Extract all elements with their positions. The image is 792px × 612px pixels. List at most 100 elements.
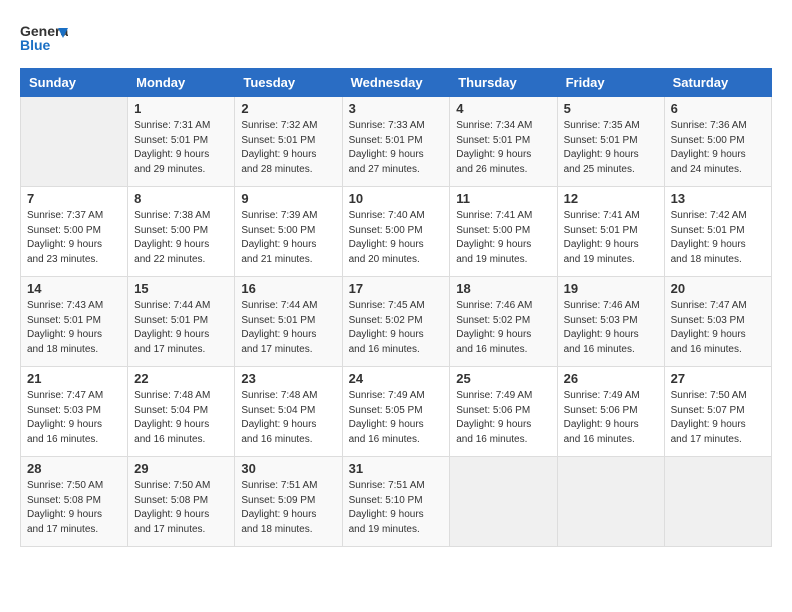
col-sunday: Sunday [21,69,128,97]
day-info: Sunrise: 7:38 AMSunset: 5:00 PMDaylight:… [134,209,228,267]
day-info: Sunrise: 7:51 AMSunset: 5:10 PMDaylight:… [349,479,444,537]
day-number: 20 [671,281,765,296]
day-info: Sunrise: 7:34 AMSunset: 5:01 PMDaylight:… [456,119,550,177]
calendar-cell: 11 Sunrise: 7:41 AMSunset: 5:00 PMDayligh… [450,187,557,277]
day-info: Sunrise: 7:49 AMSunset: 5:05 PMDaylight:… [349,389,444,447]
day-info: Sunrise: 7:51 AMSunset: 5:09 PMDaylight:… [241,479,335,537]
calendar-cell: 10 Sunrise: 7:40 AMSunset: 5:00 PMDayligh… [342,187,450,277]
day-info: Sunrise: 7:41 AMSunset: 5:00 PMDaylight:… [456,209,550,267]
day-number: 10 [349,191,444,206]
col-thursday: Thursday [450,69,557,97]
day-number: 11 [456,191,550,206]
day-info: Sunrise: 7:31 AMSunset: 5:01 PMDaylight:… [134,119,228,177]
calendar-cell: 23 Sunrise: 7:48 AMSunset: 5:04 PMDayligh… [235,367,342,457]
week-row-5: 28 Sunrise: 7:50 AMSunset: 5:08 PMDayligh… [21,457,772,547]
calendar-cell: 6 Sunrise: 7:36 AMSunset: 5:00 PMDaylight… [664,97,771,187]
day-info: Sunrise: 7:50 AMSunset: 5:08 PMDaylight:… [134,479,228,537]
col-friday: Friday [557,69,664,97]
week-row-2: 7Sunrise: 7:37 AMSunset: 5:00 PMDaylight… [21,187,772,277]
calendar-cell: 16Sunrise: 7:44 AMSunset: 5:01 PMDayligh… [235,277,342,367]
day-number: 13 [671,191,765,206]
col-wednesday: Wednesday [342,69,450,97]
calendar-cell: 25 Sunrise: 7:49 AMSunset: 5:06 PMDayligh… [450,367,557,457]
day-info: Sunrise: 7:47 AMSunset: 5:03 PMDaylight:… [27,389,121,447]
calendar-cell: 19 Sunrise: 7:46 AMSunset: 5:03 PMDayligh… [557,277,664,367]
day-info: Sunrise: 7:39 AMSunset: 5:00 PMDaylight:… [241,209,335,267]
day-number: 4 [456,101,550,116]
calendar-header-row: Sunday Monday Tuesday Wednesday Thursday… [21,69,772,97]
day-info: Sunrise: 7:35 AMSunset: 5:01 PMDaylight:… [564,119,658,177]
day-info: Sunrise: 7:46 AMSunset: 5:03 PMDaylight:… [564,299,658,357]
calendar-cell: 28 Sunrise: 7:50 AMSunset: 5:08 PMDayligh… [21,457,128,547]
day-number: 3 [349,101,444,116]
calendar-cell: 4 Sunrise: 7:34 AMSunset: 5:01 PMDaylight… [450,97,557,187]
day-number: 12 [564,191,658,206]
calendar-cell: 1 Sunrise: 7:31 AMSunset: 5:01 PMDaylight… [128,97,235,187]
calendar-cell [450,457,557,547]
day-number: 6 [671,101,765,116]
week-row-3: 14 Sunrise: 7:43 AMSunset: 5:01 PMDayligh… [21,277,772,367]
day-info: Sunrise: 7:42 AMSunset: 5:01 PMDaylight:… [671,209,765,267]
day-number: 16 [241,281,335,296]
calendar-cell [664,457,771,547]
svg-text:Blue: Blue [20,37,51,53]
calendar-cell: 14 Sunrise: 7:43 AMSunset: 5:01 PMDayligh… [21,277,128,367]
day-number: 9 [241,191,335,206]
day-number: 1 [134,101,228,116]
calendar-cell: 5Sunrise: 7:35 AMSunset: 5:01 PMDaylight… [557,97,664,187]
calendar-cell [557,457,664,547]
day-info: Sunrise: 7:49 AMSunset: 5:06 PMDaylight:… [564,389,658,447]
day-info: Sunrise: 7:48 AMSunset: 5:04 PMDaylight:… [134,389,228,447]
day-number: 15 [134,281,228,296]
calendar-cell: 13 Sunrise: 7:42 AMSunset: 5:01 PMDayligh… [664,187,771,277]
col-tuesday: Tuesday [235,69,342,97]
calendar-cell: 20 Sunrise: 7:47 AMSunset: 5:03 PMDayligh… [664,277,771,367]
calendar-cell: 27Sunrise: 7:50 AMSunset: 5:07 PMDayligh… [664,367,771,457]
calendar-cell: 9 Sunrise: 7:39 AMSunset: 5:00 PMDaylight… [235,187,342,277]
calendar-cell: 7Sunrise: 7:37 AMSunset: 5:00 PMDaylight… [21,187,128,277]
calendar-cell: 18 Sunrise: 7:46 AMSunset: 5:02 PMDayligh… [450,277,557,367]
day-info: Sunrise: 7:44 AMSunset: 5:01 PMDaylight:… [134,299,228,357]
day-number: 2 [241,101,335,116]
calendar-cell: 22 Sunrise: 7:48 AMSunset: 5:04 PMDayligh… [128,367,235,457]
calendar-cell: 15 Sunrise: 7:44 AMSunset: 5:01 PMDayligh… [128,277,235,367]
col-monday: Monday [128,69,235,97]
calendar-cell: 30 Sunrise: 7:51 AMSunset: 5:09 PMDayligh… [235,457,342,547]
day-info: Sunrise: 7:50 AMSunset: 5:08 PMDaylight:… [27,479,121,537]
day-number: 29 [134,461,228,476]
calendar-cell: 2 Sunrise: 7:32 AMSunset: 5:01 PMDaylight… [235,97,342,187]
day-info: Sunrise: 7:32 AMSunset: 5:01 PMDaylight:… [241,119,335,177]
calendar-cell: 8Sunrise: 7:38 AMSunset: 5:00 PMDaylight… [128,187,235,277]
calendar-table: Sunday Monday Tuesday Wednesday Thursday… [20,68,772,547]
day-number: 17 [349,281,444,296]
day-number: 18 [456,281,550,296]
week-row-4: 21 Sunrise: 7:47 AMSunset: 5:03 PMDayligh… [21,367,772,457]
day-info: Sunrise: 7:36 AMSunset: 5:00 PMDaylight:… [671,119,765,177]
day-number: 14 [27,281,121,296]
day-info: Sunrise: 7:47 AMSunset: 5:03 PMDaylight:… [671,299,765,357]
calendar-cell [21,97,128,187]
calendar-cell: 21 Sunrise: 7:47 AMSunset: 5:03 PMDayligh… [21,367,128,457]
calendar-cell: 31Sunrise: 7:51 AMSunset: 5:10 PMDayligh… [342,457,450,547]
day-info: Sunrise: 7:40 AMSunset: 5:00 PMDaylight:… [349,209,444,267]
day-number: 19 [564,281,658,296]
day-info: Sunrise: 7:37 AMSunset: 5:00 PMDaylight:… [27,209,121,267]
day-info: Sunrise: 7:49 AMSunset: 5:06 PMDaylight:… [456,389,550,447]
logo-icon: General Blue [20,20,68,58]
day-info: Sunrise: 7:46 AMSunset: 5:02 PMDaylight:… [456,299,550,357]
day-number: 24 [349,371,444,386]
day-number: 23 [241,371,335,386]
day-info: Sunrise: 7:50 AMSunset: 5:07 PMDaylight:… [671,389,765,447]
calendar-cell: 24 Sunrise: 7:49 AMSunset: 5:05 PMDayligh… [342,367,450,457]
day-number: 30 [241,461,335,476]
day-number: 25 [456,371,550,386]
logo: General Blue [20,20,68,58]
calendar-cell: 12 Sunrise: 7:41 AMSunset: 5:01 PMDayligh… [557,187,664,277]
calendar-cell: 17Sunrise: 7:45 AMSunset: 5:02 PMDayligh… [342,277,450,367]
day-info: Sunrise: 7:43 AMSunset: 5:01 PMDaylight:… [27,299,121,357]
day-info: Sunrise: 7:48 AMSunset: 5:04 PMDaylight:… [241,389,335,447]
day-number: 28 [27,461,121,476]
day-info: Sunrise: 7:41 AMSunset: 5:01 PMDaylight:… [564,209,658,267]
day-number: 22 [134,371,228,386]
day-number: 21 [27,371,121,386]
